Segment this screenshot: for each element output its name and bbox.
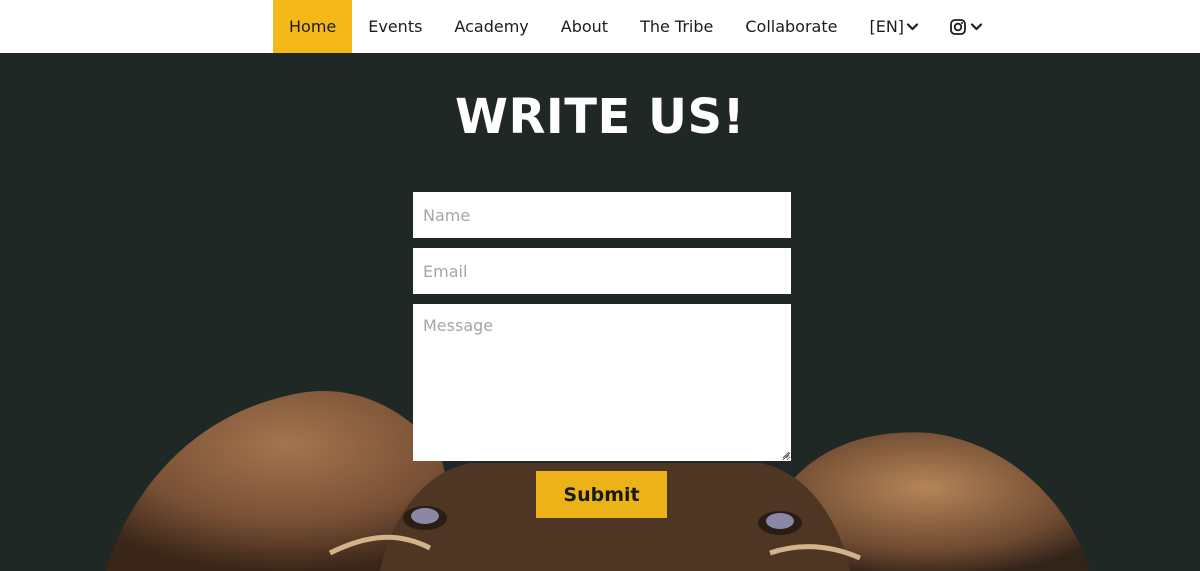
- nav-item-home[interactable]: Home: [273, 0, 353, 53]
- language-dropdown[interactable]: [EN]: [853, 0, 934, 53]
- name-field[interactable]: [413, 192, 791, 238]
- instagram-icon: [950, 18, 966, 35]
- nav-item-academy[interactable]: Academy: [438, 0, 544, 53]
- nav-item-label: Home: [289, 17, 337, 36]
- nav-item-about[interactable]: About: [545, 0, 624, 53]
- nav-item-collaborate[interactable]: Collaborate: [729, 0, 853, 53]
- language-label: [EN]: [869, 17, 905, 36]
- page-title: WRITE US!: [455, 89, 745, 145]
- nav-item-label: About: [560, 17, 609, 36]
- email-field[interactable]: [413, 248, 791, 294]
- nav-item-label: Academy: [454, 17, 529, 36]
- resize-handle-icon[interactable]: [781, 450, 790, 459]
- nav-item-events[interactable]: Events: [352, 0, 438, 53]
- chevron-down-icon: [971, 22, 983, 31]
- chevron-down-icon: [907, 22, 919, 31]
- nav-item-label: Collaborate: [745, 17, 838, 36]
- top-navigation: Home Events Academy About The Tribe Coll…: [0, 0, 1200, 53]
- submit-button[interactable]: Submit: [536, 471, 667, 518]
- contact-hero: WRITE US! Submit: [0, 53, 1200, 571]
- message-field[interactable]: [413, 304, 791, 461]
- social-dropdown[interactable]: [934, 0, 998, 53]
- nav-item-the-tribe[interactable]: The Tribe: [624, 0, 729, 53]
- nav-item-label: The Tribe: [640, 17, 714, 36]
- nav-menu: Home Events Academy About The Tribe Coll…: [273, 0, 998, 53]
- nav-item-label: Events: [368, 17, 423, 36]
